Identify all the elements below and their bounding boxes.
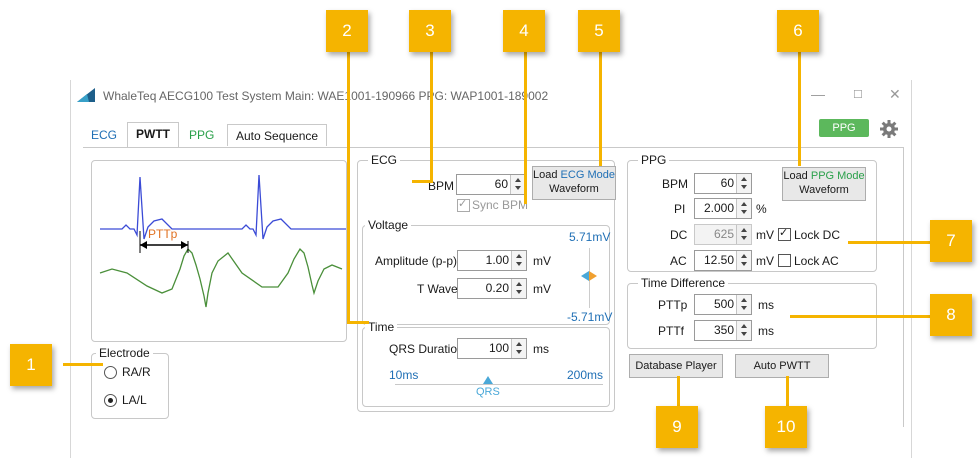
- twave-spinner[interactable]: 0.20: [457, 278, 527, 299]
- voltage-title: Voltage: [365, 218, 412, 232]
- close-icon[interactable]: ✕: [889, 86, 901, 103]
- spinner-arrows-icon[interactable]: [510, 175, 525, 194]
- radio-ra-label: RA/R: [122, 365, 151, 379]
- callout-4-connector: [524, 48, 527, 204]
- waveform-preview: PTTp: [91, 160, 347, 342]
- window-title: WhaleTeq AECG100 Test System Main: WAE10…: [103, 89, 549, 103]
- sync-bpm-checkbox[interactable]: [457, 197, 470, 212]
- ppg-waveform: [99, 247, 343, 308]
- pttp-label: PTTp: [148, 227, 178, 241]
- qrs-duration-spinner[interactable]: 100: [457, 338, 527, 359]
- callout-9: 9: [656, 406, 698, 448]
- voltage-slider-thumb-icon[interactable]: [581, 270, 597, 282]
- amplitude-unit: mV: [533, 254, 551, 268]
- callout-7: 7: [930, 220, 972, 262]
- qrs-min-label: 10ms: [389, 368, 419, 382]
- qrs-max-label: 200ms: [567, 368, 604, 382]
- radio-la[interactable]: [104, 394, 117, 407]
- callout-8-connector: [790, 315, 932, 318]
- callout-5-connector: [599, 48, 602, 166]
- ac-label: AC: [670, 254, 687, 268]
- load-ppg-mode-button[interactable]: Load PPG Mode Waveform: [782, 167, 866, 201]
- callout-3: 3: [409, 10, 451, 52]
- app-logo-icon: [77, 88, 95, 102]
- callout-5: 5: [578, 10, 620, 52]
- qrs-unit: ms: [533, 342, 549, 356]
- tab-ecg[interactable]: ECG: [83, 124, 125, 146]
- twave-unit: mV: [533, 282, 551, 296]
- ppg-status-badge: PPG: [819, 119, 869, 137]
- radio-ra[interactable]: [104, 366, 117, 379]
- twave-label: T Wave: [417, 282, 458, 296]
- qrs-slider-label: QRS: [476, 386, 500, 398]
- ac-unit: mV: [756, 254, 774, 268]
- waveform-chart: [99, 174, 346, 308]
- callout-6-connector: [798, 48, 801, 166]
- callout-6: 6: [777, 10, 819, 52]
- callout-1-connector: [63, 363, 103, 366]
- pi-unit: %: [756, 202, 767, 216]
- tab-ppg[interactable]: PPG: [181, 124, 222, 146]
- electrode-title: Electrode: [96, 346, 153, 360]
- qrs-slider-thumb-icon[interactable]: [483, 376, 493, 384]
- sync-bpm-label: Sync BPM: [472, 198, 529, 212]
- dc-spinner: 625: [694, 224, 752, 245]
- callout-3-connector-h: [412, 180, 433, 183]
- voltage-max-label: 5.71mV: [569, 230, 611, 244]
- time-title: Time: [365, 320, 398, 334]
- pttf-field-label: PTTf: [658, 324, 684, 338]
- load-ecg-mode-button[interactable]: Load ECG Mode Waveform: [532, 166, 616, 200]
- callout-2-connector: [347, 48, 350, 324]
- callout-10: 10: [765, 406, 807, 448]
- tab-auto-sequence[interactable]: Auto Sequence: [227, 124, 328, 146]
- dc-unit: mV: [756, 228, 774, 242]
- tab-pwtt[interactable]: PWTT: [127, 122, 179, 147]
- pi-label: PI: [674, 202, 686, 216]
- callout-2: 2: [326, 10, 368, 52]
- database-player-button[interactable]: Database Player: [629, 354, 723, 378]
- pttf-unit: ms: [758, 324, 774, 338]
- ppg-group: PPG BPM 60 Load PPG Mode Waveform PI 2.0…: [627, 153, 877, 272]
- auto-pwtt-button[interactable]: Auto PWTT: [735, 354, 829, 378]
- callout-10-connector: [786, 376, 789, 406]
- voltage-group: Voltage Amplitude (p-p) 1.00 mV T Wave 0…: [362, 218, 613, 325]
- qrs-duration-label: QRS Duration: [389, 342, 464, 356]
- lock-dc-checkbox[interactable]: [778, 226, 791, 241]
- pttp-unit: ms: [758, 298, 774, 312]
- qrs-slider-track[interactable]: [395, 384, 603, 385]
- ppg-title: PPG: [638, 153, 670, 167]
- lock-ac-label: Lock AC: [794, 254, 839, 268]
- ppg-bpm-spinner[interactable]: 60: [694, 173, 752, 194]
- voltage-min-label: -5.71mV: [567, 310, 613, 324]
- minimize-icon[interactable]: —: [811, 86, 825, 102]
- callout-7-connector: [848, 241, 932, 244]
- amplitude-spinner[interactable]: 1.00: [457, 250, 527, 271]
- ppg-bpm-label: BPM: [662, 177, 689, 191]
- time-difference-title: Time Difference: [638, 276, 729, 290]
- ecg-title: ECG: [368, 153, 401, 167]
- callout-1: 1: [10, 344, 52, 386]
- callout-3-connector: [430, 48, 433, 182]
- ecg-group: ECG BPM 60 Sync BPM Load ECG Mode Wavefo…: [357, 153, 616, 412]
- callout-2-connector-h: [347, 321, 369, 324]
- ac-spinner[interactable]: 12.50: [694, 250, 752, 271]
- gear-icon[interactable]: [879, 119, 899, 139]
- amplitude-label: Amplitude (p-p): [375, 254, 458, 268]
- pttf-spinner[interactable]: 350: [694, 320, 752, 341]
- callout-8: 8: [930, 294, 972, 336]
- callout-9-connector: [677, 376, 680, 406]
- radio-la-label: LA/L: [122, 393, 147, 407]
- lock-dc-label: Lock DC: [794, 228, 841, 242]
- dc-label: DC: [670, 228, 688, 242]
- pttp-spinner[interactable]: 500: [694, 294, 752, 315]
- ecg-waveform: [100, 174, 346, 240]
- pi-spinner[interactable]: 2.000: [694, 198, 752, 219]
- pttp-field-label: PTTp: [658, 298, 688, 312]
- maximize-icon[interactable]: ☐: [853, 88, 863, 101]
- lock-ac-checkbox[interactable]: [778, 254, 791, 267]
- title-bar: WhaleTeq AECG100 Test System Main: WAE10…: [71, 80, 911, 110]
- ecg-bpm-spinner[interactable]: 60: [456, 174, 526, 195]
- time-group: Time QRS Duration 100 ms 10ms 200ms QRS: [362, 320, 610, 407]
- callout-4: 4: [503, 10, 545, 52]
